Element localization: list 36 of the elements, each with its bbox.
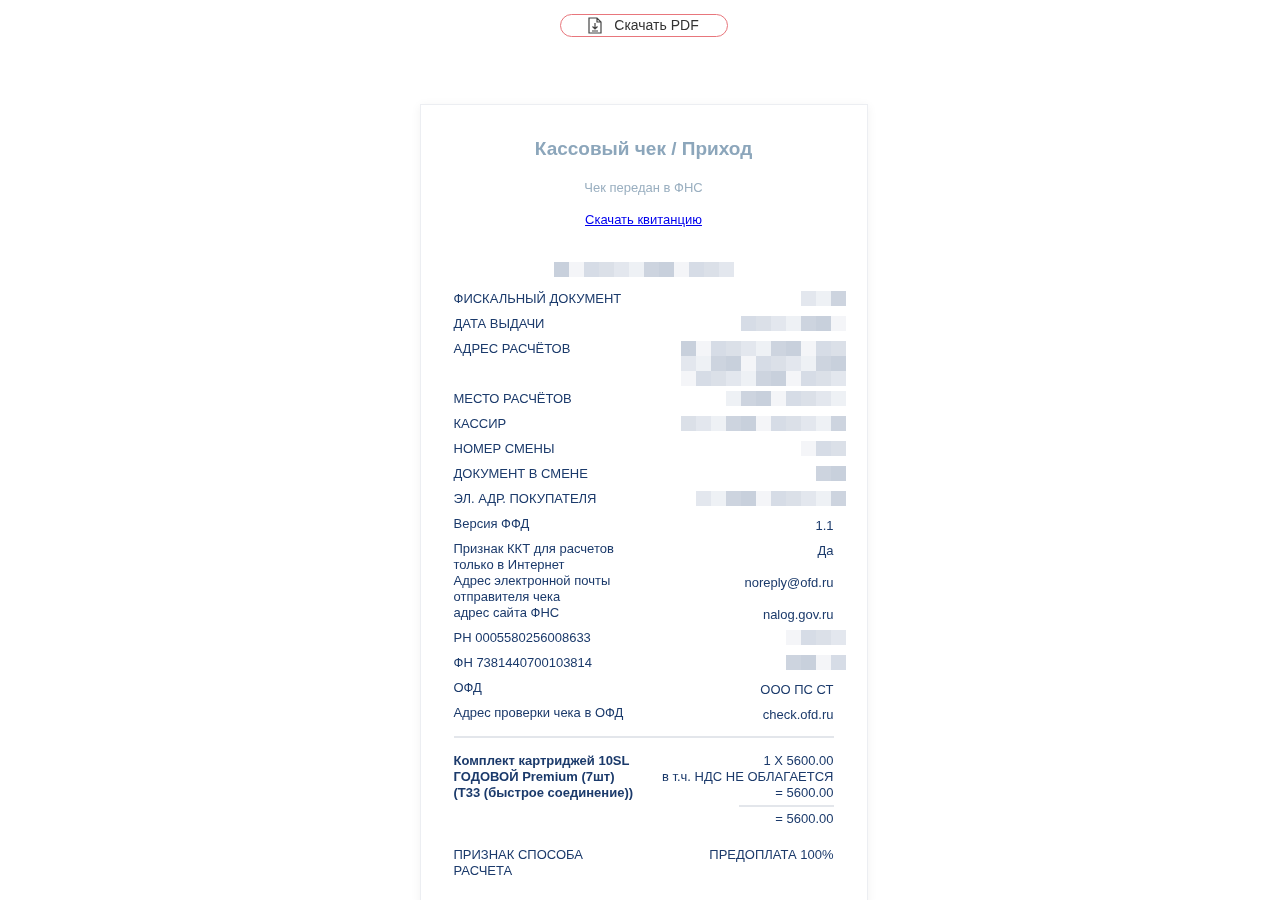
receipt-value: check.ofd.ru [762,705,834,724]
item-quantity-price: 1 X 5600.00 [763,752,834,769]
receipt-label: ЭЛ. АДР. ПОКУПАТЕЛЯ [453,490,598,507]
receipt-label: ФН 7381440700103814 [453,654,594,671]
redacted-value [800,290,846,306]
redacted-value [800,440,846,456]
item-name: Комплект картриджей 10SL ГОДОВОЙ Premium (7шт) (Т33 (быстрое соединение)) [453,752,635,802]
download-receipt-link[interactable]: Скачать квитанцию [585,210,702,230]
receipt-label: ДОКУМЕНТ В СМЕНЕ [453,465,589,482]
receipt-label: ПРИЗНАК СПОСОБА РАСЧЕТА [453,846,584,879]
item-tax: в т.ч. НДС НЕ ОБЛАГАЕТСЯ = 5600.00 [660,768,834,801]
receipt-value: Да [817,541,834,560]
receipt-label: Версия ФФД [453,515,531,532]
redacted-value [785,654,846,670]
download-file-icon [588,17,603,34]
receipt-status: Чек передан в ФНС [584,178,703,197]
receipt-value: ООО ПС СТ [760,680,834,699]
redacted-value [785,629,846,645]
receipt-value: 1.1 [815,516,834,535]
receipt-title: Кассовый чек / Приход [534,137,753,161]
receipt-label: Признак ККТ для расчетов только в Интернет [453,540,615,573]
receipt-value: ПРЕДОПЛАТА 100% [709,846,834,864]
receipt-value: noreply@ofd.ru [744,573,834,592]
receipt-label: ОФД [453,679,483,696]
receipt-label: РН 0005580256008633 [453,629,592,646]
receipt-label: КАССИР [453,415,508,432]
receipt-label: МЕСТО РАСЧЁТОВ [453,390,573,407]
receipt-label: АДРЕС РАСЧЁТОВ [453,340,572,357]
receipt-label: ДАТА ВЫДАЧИ [453,315,546,332]
receipt-label: Адрес проверки чека в ОФД [453,704,625,721]
receipt-label: НОМЕР СМЕНЫ [453,440,556,457]
receipt-label: адрес сайта ФНС [453,604,561,621]
receipt-label: ФИСКАЛЬНЫЙ ДОКУМЕНТ [453,290,623,307]
item-total: = 5600.00 [775,810,834,827]
redacted-value [815,465,846,481]
receipt-value: nalog.gov.ru [762,605,834,624]
